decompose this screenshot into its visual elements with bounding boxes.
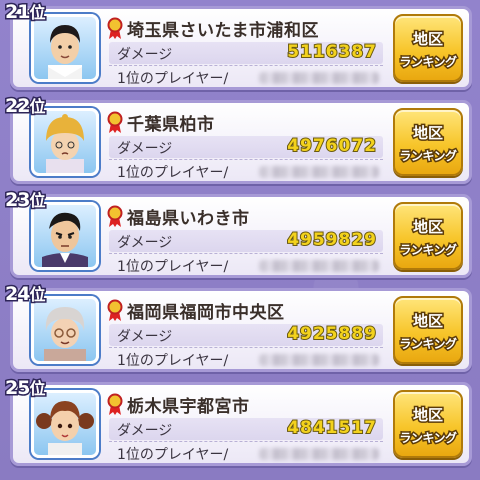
area-name: 千葉県柏市 <box>127 115 215 135</box>
medal-icon <box>107 205 123 227</box>
medal-icon <box>107 17 123 39</box>
damage-value: 4976072 <box>286 135 377 157</box>
damage-label: ダメージ <box>117 423 173 439</box>
rank-label: 24位 <box>3 282 46 307</box>
blurred-player-name <box>259 448 379 460</box>
top-player-label: 1位のプレイヤー/ <box>117 71 229 87</box>
medal-icon <box>107 111 123 133</box>
blurred-player-name <box>259 72 379 84</box>
damage-value: 4959829 <box>286 229 377 251</box>
avatar-girl-pigtails-icon <box>31 390 99 458</box>
top-player-label: 1位のプレイヤー/ <box>117 259 229 275</box>
damage-value: 5116387 <box>286 41 377 63</box>
avatar-old-woman-glasses-icon <box>31 296 99 364</box>
rank-label: 23位 <box>3 188 46 213</box>
rank-label: 25位 <box>3 376 46 401</box>
ranking-row-22: 22位 千葉県柏市 ダメージ 4976072 1位のプレイヤー/ 地区 ランキン… <box>3 94 472 184</box>
damage-label: ダメージ <box>117 141 173 157</box>
rank-label: 21位 <box>3 0 46 25</box>
area-name: 栃木県宇都宮市 <box>127 397 250 417</box>
medal-icon <box>107 393 123 415</box>
area-ranking-button[interactable]: 地区 ランキング <box>393 296 463 364</box>
top-player-label: 1位のプレイヤー/ <box>117 165 229 181</box>
damage-line: ダメージ 4976072 <box>109 135 383 158</box>
area-ranking-button[interactable]: 地区 ランキング <box>393 14 463 82</box>
avatar-man-suit-icon <box>31 202 99 270</box>
top-player-label: 1位のプレイヤー/ <box>117 353 229 369</box>
blurred-player-name <box>259 354 379 366</box>
top-player-line: 1位のプレイヤー/ <box>109 347 383 370</box>
area-name: 福島県いわき市 <box>127 209 250 229</box>
blurred-player-name <box>259 166 379 178</box>
area-ranking-button[interactable]: 地区 ランキング <box>393 390 463 458</box>
avatar-man-dark-hair-icon <box>31 14 99 82</box>
area-name: 福岡県福岡市中央区 <box>127 303 285 323</box>
rank-label: 22位 <box>3 94 46 119</box>
top-player-label: 1位のプレイヤー/ <box>117 447 229 463</box>
damage-label: ダメージ <box>117 235 173 251</box>
damage-line: ダメージ 4841517 <box>109 417 383 440</box>
top-player-line: 1位のプレイヤー/ <box>109 65 383 88</box>
ranking-row-24: 24位 福岡県福岡市中央区 ダメージ 4925889 1位のプレイヤー/ 地区 … <box>3 282 472 372</box>
damage-line: ダメージ 4959829 <box>109 229 383 252</box>
damage-line: ダメージ 5116387 <box>109 41 383 64</box>
damage-line: ダメージ 4925889 <box>109 323 383 346</box>
top-player-line: 1位のプレイヤー/ <box>109 253 383 276</box>
ranking-row-21: 21位 埼玉県さいたま市浦和区 ダメージ 5116387 1位のプレイヤー/ 地… <box>3 0 472 90</box>
damage-label: ダメージ <box>117 47 173 63</box>
avatar-girl-yellow-hat-icon <box>31 108 99 176</box>
area-name: 埼玉県さいたま市浦和区 <box>127 21 319 41</box>
top-player-line: 1位のプレイヤー/ <box>109 159 383 182</box>
ranking-row-23: 23位 福島県いわき市 ダメージ 4959829 1位のプレイヤー/ 地区 ラン… <box>3 188 472 278</box>
area-ranking-button[interactable]: 地区 ランキング <box>393 108 463 176</box>
blurred-player-name <box>259 260 379 272</box>
area-ranking-button[interactable]: 地区 ランキング <box>393 202 463 270</box>
damage-value: 4841517 <box>286 417 377 439</box>
top-player-line: 1位のプレイヤー/ <box>109 441 383 464</box>
damage-value: 4925889 <box>286 323 377 345</box>
medal-icon <box>107 299 123 321</box>
damage-label: ダメージ <box>117 329 173 345</box>
ranking-row-25: 25位 栃木県宇都宮市 ダメージ 4841517 1位のプレイヤー/ 地区 ラン… <box>3 376 472 466</box>
